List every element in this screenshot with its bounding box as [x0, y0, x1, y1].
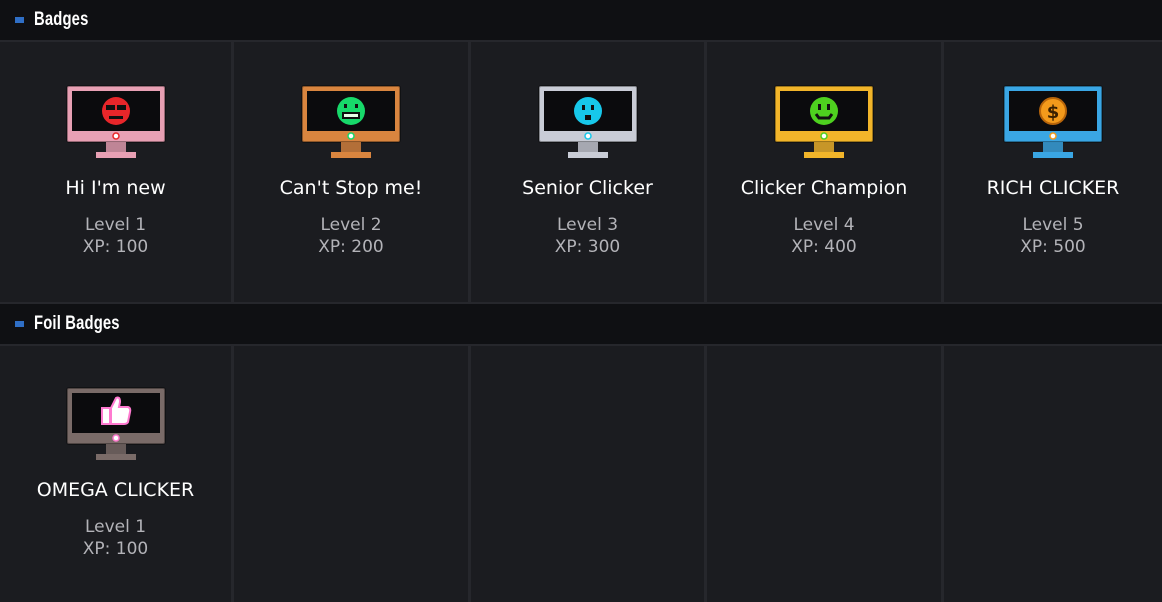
- badge-xp: XP: 100: [82, 539, 149, 559]
- section-header-foil-badges: Foil Badges: [0, 304, 1162, 346]
- badge-level: Level 5: [1022, 215, 1084, 235]
- svg-text:$: $: [1047, 102, 1060, 123]
- badge-card[interactable]: Clicker Champion Level 4 XP: 400: [707, 42, 944, 302]
- badges-section: Badges Hi I'm new Level 1 XP: 100 Can't Sto…: [0, 0, 1162, 302]
- badge-level: Level 2: [320, 215, 382, 235]
- badge-name: Senior Clicker: [522, 177, 653, 199]
- badge-name: Can't Stop me!: [279, 177, 423, 199]
- badge-xp: XP: 300: [554, 237, 621, 257]
- badge-xp: XP: 400: [791, 237, 857, 257]
- section-title: Foil Badges: [34, 313, 120, 334]
- monitor-thumbs-up-foil-icon: [64, 386, 168, 466]
- badge-card[interactable]: Hi I'm new Level 1 XP: 100: [0, 42, 234, 302]
- badge-xp: XP: 100: [82, 237, 149, 257]
- empty-badge-slot: [944, 346, 1162, 602]
- section-title: Badges: [34, 9, 89, 30]
- badge-xp: XP: 200: [318, 237, 384, 257]
- badge-level: Level 4: [793, 215, 855, 235]
- monitor-green-grin-face-icon: [299, 84, 403, 164]
- badge-level: Level 1: [84, 517, 147, 537]
- badge-name: Clicker Champion: [740, 177, 908, 199]
- monitor-red-cool-face-icon: [64, 84, 168, 164]
- monitor-cyan-surprised-face-icon: [536, 84, 640, 164]
- badge-card[interactable]: Can't Stop me! Level 2 XP: 200: [234, 42, 471, 302]
- badge-name: Hi I'm new: [65, 177, 166, 199]
- empty-badge-slot: [707, 346, 944, 602]
- monitor-gold-dollar-coin-icon: $: [1001, 84, 1105, 164]
- empty-badge-slot: [471, 346, 707, 602]
- badge-card[interactable]: Senior Clicker Level 3 XP: 300: [471, 42, 707, 302]
- section-bullet-icon: [15, 17, 24, 23]
- monitor-lime-smile-face-icon: [772, 84, 876, 164]
- section-bullet-icon: [15, 321, 24, 327]
- badge-level: Level 3: [556, 215, 619, 235]
- section-header-badges: Badges: [0, 0, 1162, 42]
- badges-grid: Hi I'm new Level 1 XP: 100 Can't Stop me! Le…: [0, 42, 1162, 302]
- badge-name: RICH CLICKER: [986, 177, 1120, 199]
- badge-card[interactable]: $ RICH CLICKER Level 5 XP: 500: [944, 42, 1162, 302]
- foil-badges-section: Foil Badges OMEGA CLICKER Level 1 XP: 100: [0, 304, 1162, 602]
- badge-card[interactable]: OMEGA CLICKER Level 1 XP: 100: [0, 346, 234, 602]
- badge-xp: XP: 500: [1020, 237, 1086, 257]
- foil-badges-grid: OMEGA CLICKER Level 1 XP: 100: [0, 346, 1162, 602]
- badge-name: OMEGA CLICKER: [36, 479, 195, 501]
- badge-level: Level 1: [84, 215, 147, 235]
- empty-badge-slot: [234, 346, 471, 602]
